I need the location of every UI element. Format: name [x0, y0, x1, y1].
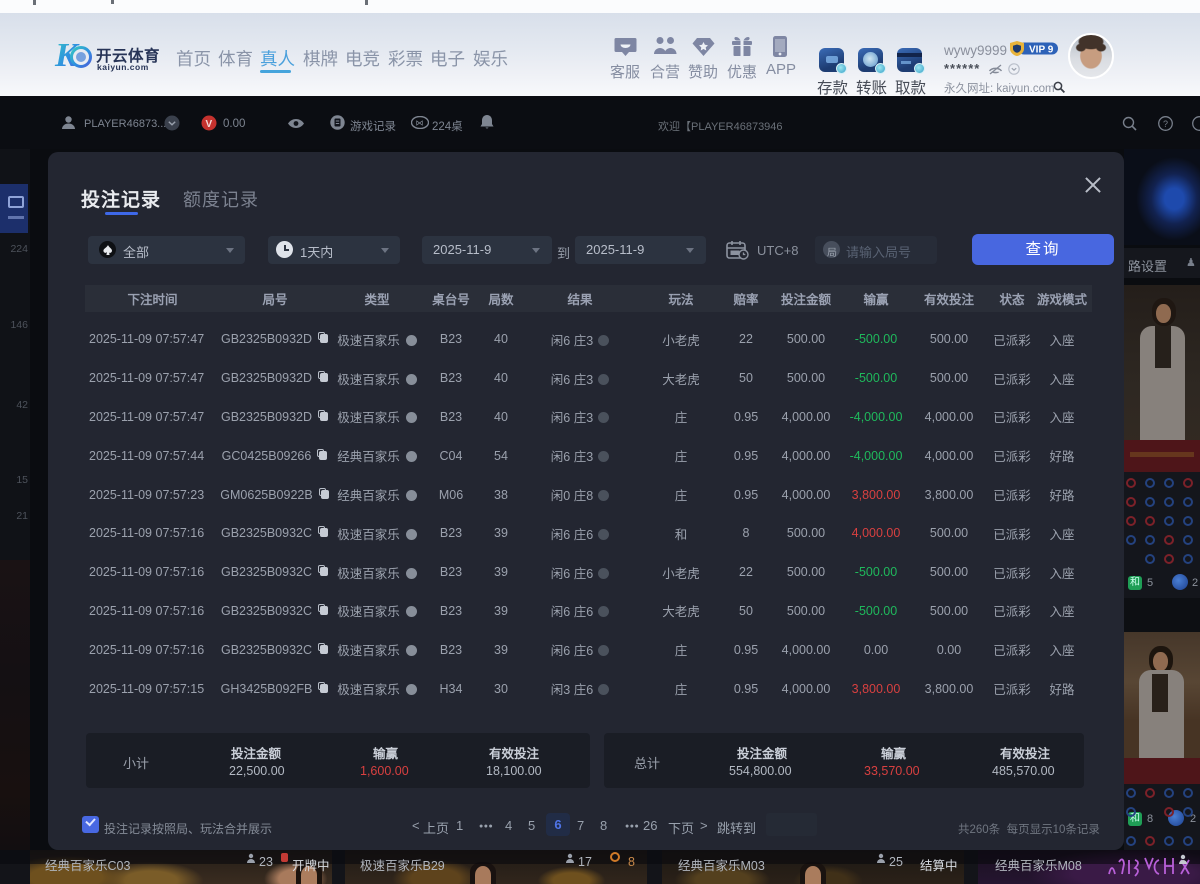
svg-text:⋈: ⋈	[416, 119, 424, 128]
svg-text:?: ?	[1163, 119, 1168, 129]
svg-text:K: K	[54, 37, 80, 73]
svg-text:VIP 9: VIP 9	[1029, 45, 1054, 56]
svg-text:V: V	[206, 119, 213, 130]
